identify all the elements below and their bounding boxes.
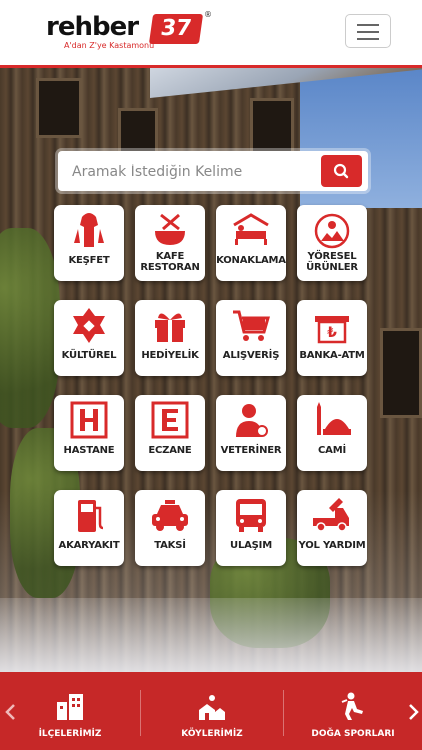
tile-label: TAKSİ: [154, 540, 186, 551]
explore-icon: [74, 213, 104, 247]
tile-label: ALIŞVERİŞ: [222, 350, 280, 361]
cafe-restaurant-icon: [155, 213, 185, 245]
veterinarian-icon: [236, 404, 268, 437]
tile-hastane[interactable]: HASTANE: [54, 395, 124, 471]
bed-icon: [233, 213, 269, 245]
header: rehber 37 ® A'dan Z'ye Kastamonu: [0, 0, 422, 68]
search-icon: [333, 163, 349, 179]
search-bar: [58, 151, 368, 191]
hamburger-icon: [357, 24, 379, 26]
tile-yoresel-urunler[interactable]: YÖRESEL ÜRÜNLER: [297, 205, 367, 281]
mosque-icon: [317, 402, 351, 435]
chevron-right-icon[interactable]: [406, 704, 420, 720]
logo-registered: ®: [204, 10, 212, 19]
culture-icon: [73, 308, 105, 343]
tile-label: VETERİNER: [220, 445, 282, 456]
bottom-nav-doga-sporlari[interactable]: DOĞA SPORLARI: [284, 672, 422, 750]
tile-cami[interactable]: CAMİ: [297, 395, 367, 471]
village-icon: [199, 695, 225, 720]
bottom-nav-label: DOĞA SPORLARI: [311, 729, 395, 739]
tile-label: HASTANE: [63, 445, 115, 456]
tile-ulasim[interactable]: ULAŞIM: [216, 490, 286, 566]
bottom-nav: İLÇELERİMİZ KÖYLERİMİZ DOĞA SPORLARI: [0, 672, 422, 750]
tile-eczane[interactable]: ECZANE: [135, 395, 205, 471]
hospital-icon: [70, 401, 108, 439]
tile-konaklama[interactable]: KONAKLAMA: [216, 205, 286, 281]
tile-hediyelik[interactable]: HEDİYELİK: [135, 300, 205, 376]
bottom-nav-label: İLÇELERİMİZ: [38, 729, 102, 739]
tile-yol-yardim[interactable]: YOL YARDIM: [297, 490, 367, 566]
tile-akaryakit[interactable]: AKARYAKIT: [54, 490, 124, 566]
taxi-icon: [152, 500, 188, 531]
logo-tagline: A'dan Z'ye Kastamonu: [64, 41, 155, 50]
bottom-nav-ilcelerimiz[interactable]: İLÇELERİMİZ: [0, 672, 140, 750]
buildings-icon: [57, 694, 83, 720]
shopping-cart-icon: [233, 310, 270, 341]
gift-icon: [155, 313, 185, 342]
bottom-nav-koylerimiz[interactable]: KÖYLERİMİZ: [141, 672, 283, 750]
bus-icon: [236, 499, 266, 532]
tile-label: YÖRESEL ÜRÜNLER: [306, 251, 358, 273]
tile-label: KONAKLAMA: [216, 255, 286, 266]
tile-label: AKARYAKIT: [58, 540, 120, 551]
tile-kesfet[interactable]: KEŞFET: [54, 205, 124, 281]
tile-label: KAFE RESTORAN: [140, 251, 200, 273]
tile-kafe-restoran[interactable]: KAFE RESTORAN: [135, 205, 205, 281]
search-button[interactable]: [321, 155, 362, 187]
logo-number: 37: [148, 14, 204, 44]
tile-banka-atm[interactable]: ₺ BANKA-ATM: [297, 300, 367, 376]
tile-label: YOL YARDIM: [298, 540, 366, 551]
logo[interactable]: rehber 37 ® A'dan Z'ye Kastamonu: [46, 10, 212, 52]
tile-taksi[interactable]: TAKSİ: [135, 490, 205, 566]
bottom-nav-label: KÖYLERİMİZ: [181, 729, 243, 739]
pharmacy-icon: [151, 401, 189, 439]
hamburger-menu-button[interactable]: [345, 14, 391, 48]
fuel-icon: [78, 500, 104, 532]
tile-label: KÜLTÜREL: [61, 350, 117, 361]
logo-word: rehber: [46, 12, 139, 42]
svg-text:₺: ₺: [327, 325, 337, 341]
tile-label: ECZANE: [148, 445, 192, 456]
tile-kulturel[interactable]: KÜLTÜREL: [54, 300, 124, 376]
tile-label: HEDİYELİK: [141, 350, 199, 361]
local-products-icon: [314, 213, 350, 249]
tile-label: CAMİ: [318, 445, 346, 456]
tile-veteriner[interactable]: VETERİNER: [216, 395, 286, 471]
climbing-icon: [341, 692, 363, 720]
atm-icon: ₺: [315, 316, 349, 344]
search-input[interactable]: [70, 160, 314, 184]
tile-label: KEŞFET: [68, 255, 110, 266]
tile-alisveris[interactable]: ALIŞVERİŞ: [216, 300, 286, 376]
tile-label: ULAŞIM: [230, 540, 272, 551]
tow-truck-icon: [313, 498, 349, 532]
tile-label: BANKA-ATM: [299, 350, 365, 361]
